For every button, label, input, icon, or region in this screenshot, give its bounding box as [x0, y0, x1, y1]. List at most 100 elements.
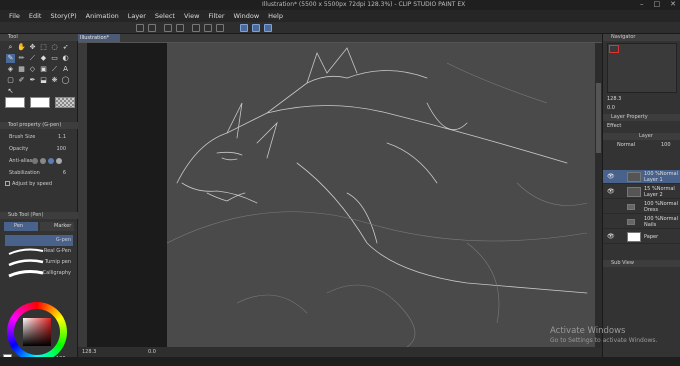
opacity-row[interactable]: Opacity 100	[9, 145, 75, 153]
blend-mode-select[interactable]: Normal	[617, 142, 635, 148]
operation-icon[interactable]: ⬓	[39, 76, 48, 85]
invert-selection-icon[interactable]	[216, 24, 224, 32]
snap-ruler-icon[interactable]	[240, 24, 248, 32]
canvas-background	[87, 43, 167, 347]
sub-tab-marker-label: Marker	[54, 223, 72, 229]
tool-header-label: Tool	[8, 34, 18, 40]
pointer-icon[interactable]: ↖	[6, 87, 15, 96]
brush-item-real-gpen[interactable]: Real G-Pen	[5, 246, 73, 257]
blend-icon[interactable]: ◐	[61, 54, 70, 63]
balloon-icon[interactable]: ▢	[6, 76, 15, 85]
transform-icon[interactable]	[192, 24, 200, 32]
stabilization-value[interactable]: 6	[63, 169, 66, 177]
layer-name: Paper	[644, 234, 659, 240]
redo-icon[interactable]	[148, 24, 156, 32]
transparent-color-swatch[interactable]	[55, 97, 75, 108]
airbrush-icon[interactable]: ◆	[39, 54, 48, 63]
opacity-value[interactable]: 100	[56, 145, 66, 153]
minimize-button[interactable]: –	[640, 0, 644, 8]
zoom-icon[interactable]: ⌕	[6, 43, 15, 52]
layer-mode: Normal	[659, 201, 678, 207]
layer-row[interactable]: 👁 100 %Normal Layer 1	[603, 170, 680, 184]
layer-row[interactable]: 👁 Paper	[603, 230, 680, 244]
navigator-view-box[interactable]	[609, 45, 619, 53]
layer-row[interactable]: 100 %Normal Dress	[603, 200, 680, 214]
brush-item-calligraphy[interactable]: Calligraphy	[5, 268, 73, 279]
stabilization-row[interactable]: Stabilization 6	[9, 169, 75, 177]
brush-item-turnip-pen[interactable]: Turnip pen	[5, 257, 73, 268]
sub-tab-pen[interactable]: Pen	[4, 222, 38, 231]
color-wheel[interactable]	[7, 302, 67, 362]
select-icon[interactable]: ⬚	[39, 43, 48, 52]
hand-icon[interactable]: ✋	[17, 43, 26, 52]
snap-special-ruler-icon[interactable]	[252, 24, 260, 32]
tool-panel-header: Tool	[0, 34, 78, 41]
layer-row[interactable]: 👁 15 %Normal Layer 2	[603, 185, 680, 199]
menu-help[interactable]: Help	[268, 12, 283, 20]
adjust-by-speed-checkbox[interactable]	[5, 181, 10, 186]
text-icon[interactable]: A	[61, 65, 70, 74]
eye-icon[interactable]: 👁	[607, 174, 615, 180]
frame-icon[interactable]: ▣	[39, 65, 48, 74]
drawing-canvas[interactable]	[167, 43, 595, 347]
brush-size-row[interactable]: Brush Size 1.1	[9, 133, 75, 141]
lasso-icon[interactable]: ◌	[50, 43, 59, 52]
brush-item-gpen[interactable]: G-pen	[5, 235, 73, 246]
brush-size-label: Brush Size	[9, 134, 36, 140]
document-tab[interactable]: Illustration*	[78, 34, 120, 42]
lasso-icon[interactable]: ➶	[61, 43, 70, 52]
maximize-button[interactable]: □	[654, 0, 661, 8]
sketch-drawing	[167, 47, 588, 347]
move-icon[interactable]: ✥	[28, 43, 37, 52]
eye-icon[interactable]: 👁	[607, 234, 615, 240]
anti-alias-label: Anti-alias	[9, 158, 33, 164]
figure-icon[interactable]: ◇	[28, 65, 37, 74]
menu-animation[interactable]: Animation	[86, 12, 119, 20]
menu-select[interactable]: Select	[155, 12, 175, 20]
menu-window[interactable]: Window	[234, 12, 260, 20]
layer-name: Layer 1	[644, 177, 663, 183]
correct-line-icon[interactable]: ✐	[17, 76, 26, 85]
gradient-icon[interactable]: ▦	[17, 65, 26, 74]
pencil-icon[interactable]: ✏	[17, 54, 26, 63]
layer-row[interactable]: 100 %Normal Nails	[603, 215, 680, 229]
menu-file[interactable]: File	[9, 12, 20, 20]
clear-icon[interactable]	[164, 24, 172, 32]
brush-size-value[interactable]: 1.1	[58, 133, 66, 141]
sub-tool-label: Sub Tool (Pen)	[8, 212, 44, 218]
menu-layer[interactable]: Layer	[128, 12, 146, 20]
navigator-zoom-value[interactable]: 128.3	[607, 96, 621, 102]
fill-icon[interactable]: ◈	[6, 65, 15, 74]
eraser-icon[interactable]: ▭	[50, 54, 59, 63]
menu-story[interactable]: Story(P)	[50, 12, 76, 20]
navigator-angle-value[interactable]: 0.0	[607, 105, 615, 111]
angle-readout[interactable]: 0.0	[148, 349, 156, 355]
pen-icon[interactable]: ✎	[6, 54, 15, 63]
zoom-readout[interactable]: 128.3	[82, 349, 96, 355]
decoration-icon[interactable]: ❋	[50, 76, 59, 85]
scrollbar-thumb[interactable]	[596, 83, 601, 153]
speech-icon[interactable]: ◯	[61, 76, 70, 85]
sub-color-swatch[interactable]	[30, 97, 50, 108]
fill-icon[interactable]	[176, 24, 184, 32]
layer-opacity-value[interactable]: 100	[661, 142, 671, 148]
close-button[interactable]: ✕	[670, 0, 676, 8]
color-saturation-square[interactable]	[23, 318, 51, 346]
vertical-scrollbar[interactable]	[595, 43, 602, 347]
ruler-icon[interactable]: ⟋	[50, 65, 59, 74]
deselect-icon[interactable]	[204, 24, 212, 32]
menu-edit[interactable]: Edit	[29, 12, 42, 20]
eye-icon[interactable]: 👁	[607, 189, 615, 195]
undo-icon[interactable]	[136, 24, 144, 32]
anti-alias-options[interactable]	[32, 158, 66, 164]
navigator-preview[interactable]	[607, 43, 677, 93]
eyedropper-icon[interactable]: ✒	[28, 76, 37, 85]
sub-tab-marker[interactable]: Marker	[40, 222, 74, 231]
main-color-swatch[interactable]	[5, 97, 25, 108]
snap-grid-icon[interactable]	[264, 24, 272, 32]
menu-filter[interactable]: Filter	[208, 12, 224, 20]
adjust-by-speed-row[interactable]: Adjust by speed	[5, 180, 71, 188]
menu-view[interactable]: View	[184, 12, 199, 20]
layer-property-header: Layer Property	[603, 114, 680, 121]
brush-icon[interactable]: ⟋	[28, 54, 37, 63]
